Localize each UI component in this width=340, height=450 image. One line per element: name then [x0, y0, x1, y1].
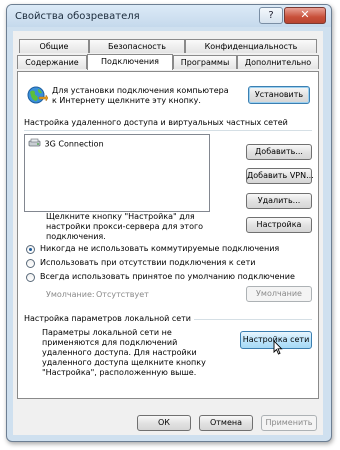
radio-always[interactable] [26, 273, 35, 282]
lan-description: Параметры локальной сети не применяются … [42, 328, 206, 377]
help-button[interactable]: ? [259, 7, 283, 24]
internet-options-window: Свойства обозревателя ? ✕ Общие Безопасн… [6, 4, 332, 442]
set-default-button[interactable]: Умолчание [246, 286, 312, 302]
settings-button[interactable]: Настройка [246, 217, 312, 233]
connections-panel: Для установки подключения компьютера к И… [17, 71, 319, 399]
window-title: Свойства обозревателя [15, 11, 140, 22]
setup-button[interactable]: Установить [248, 86, 310, 104]
default-value: Отсутствует [96, 290, 149, 299]
connections-list[interactable]: 3G Connection [24, 134, 210, 212]
dialog-client-area: Общие Безопасность Конфиденциальность Со… [13, 31, 323, 435]
connect-description: Для установки подключения компьютера к И… [52, 86, 229, 105]
globe-icon [26, 84, 49, 106]
mouse-cursor-icon [272, 339, 284, 356]
modem-icon [28, 138, 42, 150]
cancel-button[interactable]: Отмена [199, 415, 253, 431]
dialup-heading: Настройка удаленного доступа и виртуальн… [24, 118, 288, 127]
add-button[interactable]: Добавить... [246, 144, 312, 160]
title-bar[interactable]: Свойства обозревателя ? ✕ [7, 5, 331, 27]
list-item[interactable]: 3G Connection [28, 138, 104, 150]
default-label: Умолчание: [46, 290, 95, 299]
option-no-network-label: Использовать при отсутствии подключения … [40, 258, 256, 267]
settings-description: Щелкните кнопку "Настройка" для настройк… [46, 212, 204, 241]
tab-general[interactable]: Общие [19, 39, 89, 53]
lan-heading: Настройка параметров локальной сети [24, 314, 192, 323]
tab-advanced[interactable]: Дополнительно [237, 55, 319, 69]
tab-connections[interactable]: Подключения [87, 54, 173, 70]
list-item-label: 3G Connection [44, 139, 104, 149]
tab-privacy[interactable]: Конфиденциальность [185, 39, 317, 53]
option-never-label: Никогда не использовать коммутируемые по… [40, 244, 280, 253]
tab-content[interactable]: Содержание [17, 55, 87, 69]
tab-security[interactable]: Безопасность [89, 39, 185, 53]
radio-never[interactable] [26, 245, 35, 254]
ok-button[interactable]: ОК [137, 415, 191, 431]
lan-divider [194, 319, 312, 320]
apply-button[interactable]: Применить [261, 415, 317, 431]
tab-programs[interactable]: Программы [173, 55, 237, 69]
radio-no-network[interactable] [26, 259, 35, 268]
add-vpn-button[interactable]: Добавить VPN... [246, 168, 314, 184]
option-always-label: Всегда использовать принятое по умолчани… [40, 272, 295, 281]
close-button[interactable]: ✕ [284, 7, 326, 24]
dialup-divider [24, 130, 312, 131]
remove-button[interactable]: Удалить... [246, 193, 312, 209]
